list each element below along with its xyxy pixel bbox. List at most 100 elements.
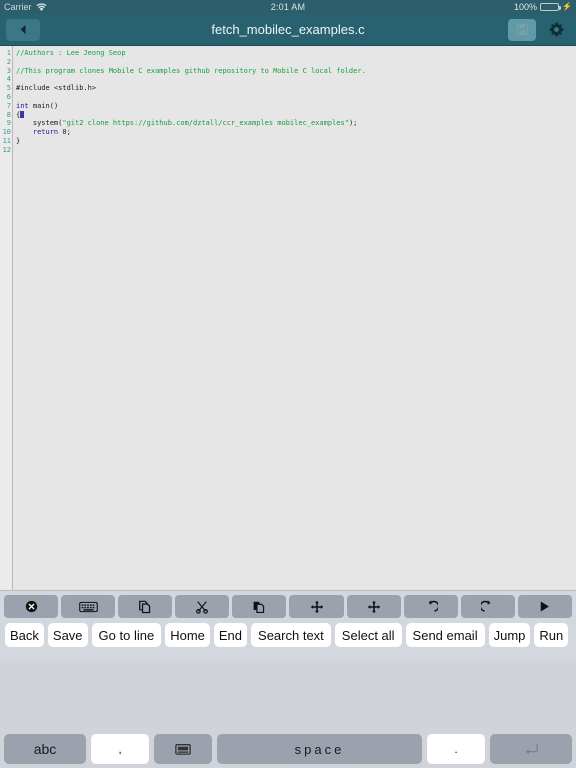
code-token-str: "git2 clone https://github.com/dztall/cc… — [62, 119, 349, 127]
period-key[interactable]: . — [427, 734, 485, 764]
text-cursor — [20, 111, 24, 118]
save-button[interactable] — [508, 19, 536, 41]
code-line[interactable]: return 0; — [16, 128, 576, 137]
status-bar-right: 100% ⚡ — [514, 2, 572, 12]
code-editor[interactable]: 123456789101112 //Authors : Lee Jeong Se… — [0, 46, 576, 590]
code-token-comment: //Authors : Lee Jeong Seop — [16, 49, 126, 57]
nav-bar-actions — [508, 19, 570, 41]
toolbar-button-end[interactable]: End — [214, 623, 247, 647]
line-number: 7 — [0, 102, 11, 111]
line-number: 12 — [0, 146, 11, 155]
run-icon — [538, 600, 551, 613]
return-key[interactable] — [490, 734, 572, 764]
code-line[interactable] — [16, 58, 576, 67]
editor-accessory-toolbar: BackSaveGo to lineHomeEndSearch textSele… — [0, 590, 576, 660]
status-bar: Carrier 2:01 AM 100% ⚡ — [0, 0, 576, 14]
code-token-plain: system( — [16, 119, 62, 127]
code-token-plain: main() — [29, 102, 59, 110]
hide-keyboard-key[interactable] — [154, 734, 212, 764]
toolbar-button-search-text[interactable]: Search text — [251, 623, 331, 647]
code-token-comment: //This program clones Mobile C examples … — [16, 67, 366, 75]
toolbar-button-run[interactable]: Run — [534, 623, 568, 647]
code-line[interactable]: //Authors : Lee Jeong Seop — [16, 49, 576, 58]
code-token-plain: } — [16, 137, 20, 145]
code-line[interactable]: { — [16, 111, 576, 120]
on-screen-keyboard: abc, space. — [0, 660, 576, 768]
keyboard-bottom-row: abc, space. — [0, 734, 576, 764]
comma-key-label: , — [118, 742, 121, 756]
nav-bar: fetch_mobilec_examples.c — [0, 14, 576, 46]
code-line[interactable]: int main() — [16, 102, 576, 111]
copy-icon — [138, 600, 152, 614]
line-number: 3 — [0, 67, 11, 76]
toolbar-button-home[interactable]: Home — [165, 623, 210, 647]
comma-key[interactable]: , — [91, 734, 149, 764]
keyboard-button[interactable] — [61, 595, 115, 618]
back-button[interactable] — [6, 19, 40, 41]
line-number: 11 — [0, 137, 11, 146]
abc-key-label: abc — [34, 741, 57, 757]
toolbar-button-jump[interactable]: Jump — [489, 623, 531, 647]
redo-button[interactable] — [461, 595, 515, 618]
code-token-kw: return — [33, 128, 58, 136]
toolbar-icon-row — [2, 595, 574, 618]
move-button[interactable] — [289, 595, 343, 618]
paste-button[interactable] — [232, 595, 286, 618]
plug-icon: ⚡ — [562, 3, 572, 11]
toolbar-button-go-to-line[interactable]: Go to line — [92, 623, 162, 647]
line-number: 10 — [0, 128, 11, 137]
line-number: 6 — [0, 93, 11, 102]
undo-icon — [424, 600, 438, 614]
code-text-area[interactable]: //Authors : Lee Jeong Seop //This progra… — [13, 46, 576, 590]
space-key-label: space — [295, 742, 345, 757]
line-number: 1 — [0, 49, 11, 58]
toolbar-button-save[interactable]: Save — [48, 623, 88, 647]
copy-button[interactable] — [118, 595, 172, 618]
floppy-disk-icon — [516, 23, 529, 36]
code-line[interactable]: } — [16, 137, 576, 146]
code-line[interactable] — [16, 75, 576, 84]
code-token-plain: ; — [67, 128, 71, 136]
toolbar-button-send-email[interactable]: Send email — [406, 623, 485, 647]
settings-button[interactable] — [542, 19, 570, 41]
code-token-plain: ); — [349, 119, 357, 127]
run-button[interactable] — [518, 595, 572, 618]
abc-key[interactable]: abc — [4, 734, 86, 764]
cut-icon — [195, 600, 209, 614]
code-line[interactable]: //This program clones Mobile C examples … — [16, 67, 576, 76]
code-line[interactable]: #include <stdlib.h> — [16, 84, 576, 93]
code-line[interactable] — [16, 93, 576, 102]
hide-keyboard-icon — [175, 743, 191, 756]
line-number: 9 — [0, 119, 11, 128]
cut-button[interactable] — [175, 595, 229, 618]
code-token-kw: int — [16, 102, 29, 110]
move-alt-button[interactable] — [347, 595, 401, 618]
space-key[interactable]: space — [217, 734, 422, 764]
line-number: 2 — [0, 58, 11, 67]
code-line[interactable]: system("git2 clone https://github.com/dz… — [16, 119, 576, 128]
toolbar-label-row: BackSaveGo to lineHomeEndSearch textSele… — [2, 618, 574, 647]
period-key-label: . — [454, 742, 457, 756]
back-arrow-icon — [17, 23, 30, 36]
redo-icon — [481, 600, 495, 614]
close-button[interactable] — [4, 595, 58, 618]
line-number: 8 — [0, 111, 11, 120]
toolbar-button-select-all[interactable]: Select all — [335, 623, 402, 647]
code-line[interactable] — [16, 146, 576, 155]
line-number-gutter: 123456789101112 — [0, 46, 13, 590]
code-token-plain — [16, 128, 33, 136]
toolbar-button-back[interactable]: Back — [5, 623, 44, 647]
battery-percent-label: 100% — [514, 2, 537, 12]
status-bar-clock: 2:01 AM — [0, 2, 576, 12]
paste-icon — [252, 600, 266, 614]
gear-icon — [549, 22, 564, 37]
move-alt-icon — [367, 600, 381, 614]
undo-button[interactable] — [404, 595, 458, 618]
keyboard-icon — [79, 601, 98, 613]
battery-full-icon — [540, 3, 559, 11]
line-number: 4 — [0, 75, 11, 84]
line-number: 5 — [0, 84, 11, 93]
code-token-pre: #include <stdlib.h> — [16, 84, 96, 92]
close-icon — [25, 600, 38, 613]
code-token-num: 0 — [58, 128, 66, 136]
